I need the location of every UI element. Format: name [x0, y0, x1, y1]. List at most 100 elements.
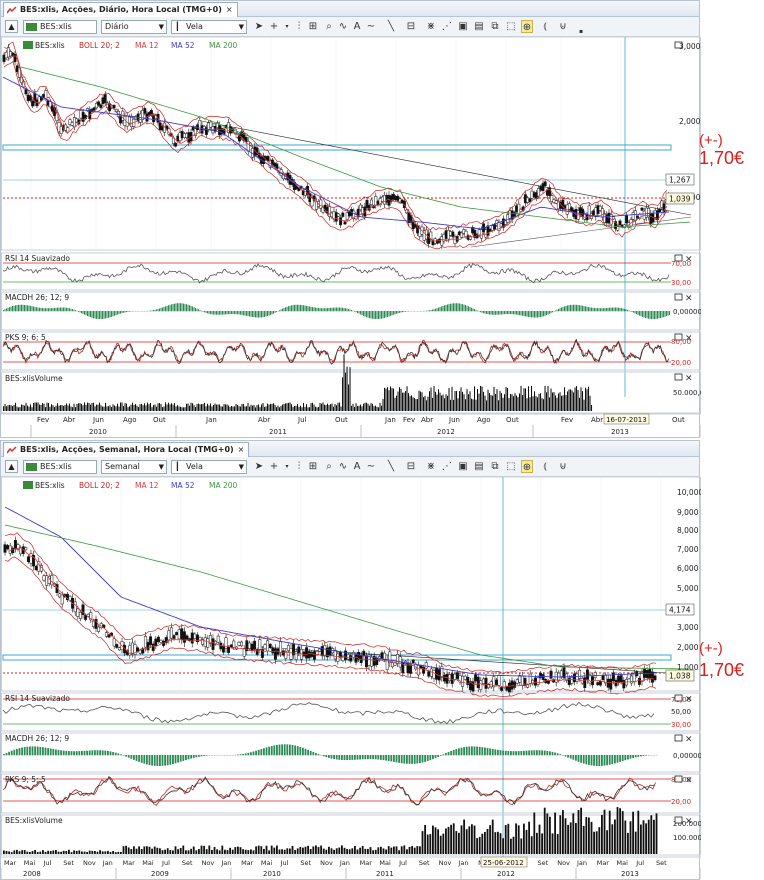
- collapse-up-button[interactable]: ▲: [5, 20, 18, 33]
- volume-bar: [530, 836, 533, 854]
- month-label: Jul: [43, 859, 52, 867]
- volume-bar: [583, 399, 585, 411]
- macd-bar: [29, 746, 31, 756]
- macd-bar: [380, 755, 382, 760]
- volume-bar: [247, 402, 249, 411]
- cursor-tool-icon[interactable]: ➤: [253, 460, 265, 473]
- volume-bar: [19, 407, 21, 411]
- macd-bar: [432, 309, 434, 312]
- macd-bar: [15, 305, 17, 312]
- volume-bar: [458, 832, 460, 854]
- volume-bar: [434, 827, 437, 854]
- signal-icon[interactable]: ⦅: [539, 20, 551, 33]
- signal-icon[interactable]: ⦅: [539, 460, 551, 473]
- daily-candle: [543, 181, 547, 186]
- dropdown-icon[interactable]: ▾: [281, 20, 293, 33]
- draw-tool-icon[interactable]: ∼: [365, 20, 377, 33]
- macd-bar: [574, 304, 576, 312]
- indicator-tool-icon[interactable]: ⊞: [307, 460, 319, 473]
- symbol-input[interactable]: BES:xlis: [23, 460, 97, 474]
- macd-bar: [172, 303, 174, 312]
- volume-bar: [588, 817, 590, 854]
- volume-bar: [307, 845, 310, 854]
- symbol-input[interactable]: BES:xlis: [23, 20, 97, 34]
- volume-bar: [653, 819, 655, 854]
- macd-bar: [543, 750, 546, 756]
- weekly-candle: [154, 638, 158, 647]
- month-label: Out: [153, 416, 166, 424]
- pen-tool-icon[interactable]: ╲: [385, 460, 397, 473]
- text-tool-icon[interactable]: A: [351, 460, 363, 473]
- collapse-up-button[interactable]: ▲: [5, 460, 18, 473]
- export-icon[interactable]: ⬚: [505, 20, 517, 33]
- angle-tool-icon[interactable]: ⋰: [441, 460, 453, 473]
- magnet-icon[interactable]: ⊍: [557, 460, 569, 473]
- macd-bar: [192, 755, 195, 758]
- volume-bar: [174, 846, 177, 854]
- scale-tool-icon[interactable]: ⫶: [293, 460, 305, 473]
- pattern-tool-icon[interactable]: ⋇: [425, 20, 437, 33]
- volume-bar: [5, 850, 8, 854]
- close-tab-icon[interactable]: ×: [226, 5, 233, 14]
- pen-tool-icon[interactable]: ╲: [385, 20, 397, 33]
- draw-tool-icon[interactable]: ∼: [365, 460, 377, 473]
- line-tool-icon[interactable]: ∿: [337, 460, 349, 473]
- weekly-chart-area[interactable]: BES:xlis BOLL 20; 2 MA 12 MA 52 MA 20010,000…: [1, 477, 701, 879]
- daily-chart-area[interactable]: BES:xlis BOLL 20; 2 MA 12 MA 52 MA 200 3,0002…: [1, 37, 701, 437]
- macd-bar: [448, 304, 450, 312]
- volume-bar: [373, 406, 375, 411]
- fibo-tool-icon[interactable]: ⊟: [405, 20, 417, 33]
- weekly-chart-tab[interactable]: BES:xlis, Acções, Semanal, Hora Local (T…: [3, 442, 250, 457]
- weekly-candle: [247, 642, 251, 649]
- magnet-icon[interactable]: ⊍: [557, 20, 569, 33]
- export-icon[interactable]: ⬚: [505, 460, 517, 473]
- volume-bar: [4, 403, 6, 411]
- crosshair-tool-icon[interactable]: +: [268, 20, 280, 33]
- volume-bar: [277, 405, 279, 411]
- autoscale-icon[interactable]: ⊕: [521, 460, 533, 473]
- chart-type-select[interactable]: ┃ Vela ▼: [171, 460, 247, 474]
- copy-icon[interactable]: ⧉: [489, 20, 501, 33]
- chart-type-select[interactable]: ┃ Vela ▼: [171, 20, 247, 34]
- angle-tool-icon[interactable]: ⋰: [441, 20, 453, 33]
- macd-bar: [342, 307, 344, 312]
- close-tab-icon[interactable]: ×: [238, 445, 245, 454]
- copy-icon[interactable]: ⧉: [489, 460, 501, 473]
- volume-bar: [478, 393, 480, 411]
- weekly-candle: [481, 678, 485, 684]
- volume-bar: [289, 848, 291, 854]
- volume-bar: [393, 388, 395, 411]
- pattern-tool-icon[interactable]: ⋇: [425, 460, 437, 473]
- scale-tool-icon[interactable]: ⫶: [293, 20, 305, 33]
- line-tool-icon[interactable]: ∿: [337, 20, 349, 33]
- cursor-tool-icon[interactable]: ➤: [253, 20, 265, 33]
- macd-bar: [47, 748, 50, 756]
- autoscale-icon[interactable]: ⊕: [521, 20, 533, 33]
- crosshair-tool-icon[interactable]: +: [268, 460, 280, 473]
- macd-bar: [381, 311, 383, 319]
- box-tool-icon[interactable]: ▣: [457, 460, 469, 473]
- text-tool-icon[interactable]: A: [351, 20, 363, 33]
- save-layout-icon[interactable]: ▤: [473, 20, 485, 33]
- period-select[interactable]: Semanal ▼: [101, 460, 167, 474]
- macd-bar: [452, 749, 455, 756]
- fibo-tool-icon[interactable]: ⊟: [405, 460, 417, 473]
- volume-bar: [409, 396, 411, 411]
- dropdown-icon[interactable]: ▾: [281, 460, 293, 473]
- box-tool-icon[interactable]: ▣: [457, 20, 469, 33]
- macd-bar: [210, 311, 212, 315]
- zoom-tool-icon[interactable]: ⌕: [323, 460, 335, 473]
- macd-bar: [493, 311, 495, 315]
- macd-bar: [271, 311, 273, 315]
- indicator-tool-icon[interactable]: ⊞: [307, 20, 319, 33]
- period-select[interactable]: Diário ▼: [101, 20, 167, 34]
- volume-bar: [82, 405, 84, 411]
- volume-bar: [222, 406, 224, 411]
- volume-bar: [255, 407, 257, 411]
- volume-bar: [499, 833, 502, 854]
- zoom-tool-icon[interactable]: ⌕: [323, 20, 335, 33]
- save-layout-icon[interactable]: ▤: [473, 460, 485, 473]
- macd-bar: [643, 311, 645, 318]
- pks-line-d: [3, 338, 670, 365]
- daily-chart-tab[interactable]: BES:xlis, Acções, Diário, Hora Local (TM…: [3, 2, 238, 17]
